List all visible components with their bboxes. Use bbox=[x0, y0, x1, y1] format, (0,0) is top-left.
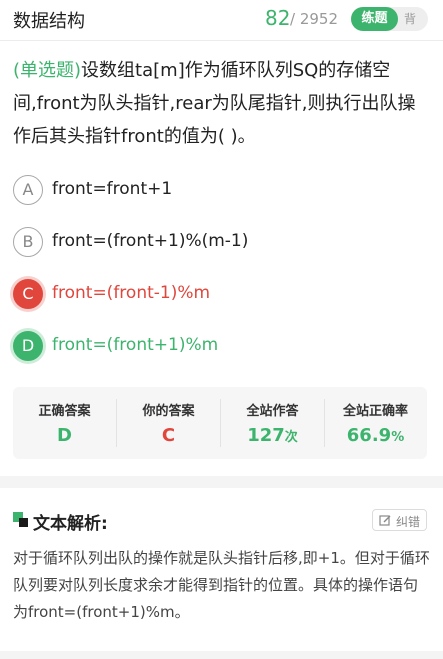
stat-accuracy: 全站正确率 66.9% bbox=[324, 387, 427, 459]
your-answer-value: C bbox=[161, 425, 176, 446]
attempts-number: 127 bbox=[247, 425, 285, 446]
header-divider bbox=[0, 40, 443, 41]
option-c[interactable]: C front=(front-1)%m bbox=[13, 279, 433, 311]
option-d[interactable]: D front=(front+1)%m bbox=[13, 331, 433, 363]
option-letter: A bbox=[13, 175, 43, 205]
stat-label: 你的答案 bbox=[142, 404, 195, 419]
option-text: front=(front-1)%m bbox=[52, 283, 211, 303]
stat-your-answer: 你的答案 C bbox=[117, 387, 220, 459]
edit-icon bbox=[379, 515, 391, 526]
practice-mode-button[interactable]: 练题 bbox=[351, 7, 398, 31]
accuracy-number: 66.9 bbox=[346, 425, 392, 446]
option-text: front=(front+1)%(m-1) bbox=[52, 231, 249, 251]
analysis-header: 文本解析: bbox=[13, 508, 427, 534]
accuracy-value: 66.9% bbox=[324, 425, 427, 446]
progress-current: 82 bbox=[265, 6, 291, 30]
question-type-tag: (单选题) bbox=[13, 60, 82, 81]
report-error-button[interactable]: 纠错 bbox=[372, 509, 427, 531]
bottom-separator bbox=[0, 651, 443, 659]
progress-total: / 2952 bbox=[290, 10, 338, 28]
analysis-title: 文本解析: bbox=[33, 514, 108, 534]
analysis-section-icon bbox=[13, 512, 28, 527]
option-text: front=front+1 bbox=[52, 179, 173, 199]
stat-attempts: 全站作答 127次 bbox=[221, 387, 324, 459]
stat-label: 全站作答 bbox=[246, 404, 299, 419]
option-b[interactable]: B front=(front+1)%(m-1) bbox=[13, 227, 433, 259]
option-text: front=(front+1)%m bbox=[52, 335, 219, 355]
option-letter: C bbox=[13, 279, 43, 309]
accuracy-unit: % bbox=[391, 430, 405, 445]
stat-correct-answer: 正确答案 D bbox=[13, 387, 116, 459]
correct-answer-value: D bbox=[57, 425, 72, 446]
attempts-unit: 次 bbox=[284, 430, 298, 445]
top-bar: 数据结构 82 / 2952 练题 背 bbox=[0, 0, 443, 40]
answer-stats-panel: 正确答案 D 你的答案 C 全站作答 127次 全站正确率 66.9% bbox=[13, 387, 427, 459]
recite-mode-button[interactable]: 背 bbox=[404, 7, 416, 31]
stat-label: 正确答案 bbox=[38, 404, 91, 419]
option-a[interactable]: A front=front+1 bbox=[13, 175, 433, 207]
stat-label: 全站正确率 bbox=[342, 404, 408, 419]
analysis-text: 对于循环队列出队的操作就是队头指针后移,即+1。但对于循环队列要对队列长度求余才… bbox=[13, 549, 430, 621]
option-letter: D bbox=[13, 331, 43, 361]
subject-title: 数据结构 bbox=[13, 11, 85, 32]
attempts-value: 127次 bbox=[221, 425, 324, 446]
mode-toggle[interactable]: 练题 背 bbox=[351, 7, 428, 31]
section-separator bbox=[0, 476, 443, 488]
report-error-label: 纠错 bbox=[396, 515, 421, 529]
question-text: (单选题)设数组ta[m]作为循环队列SQ的存储空间,front为队头指针,re… bbox=[13, 54, 433, 153]
option-letter: B bbox=[13, 227, 43, 257]
